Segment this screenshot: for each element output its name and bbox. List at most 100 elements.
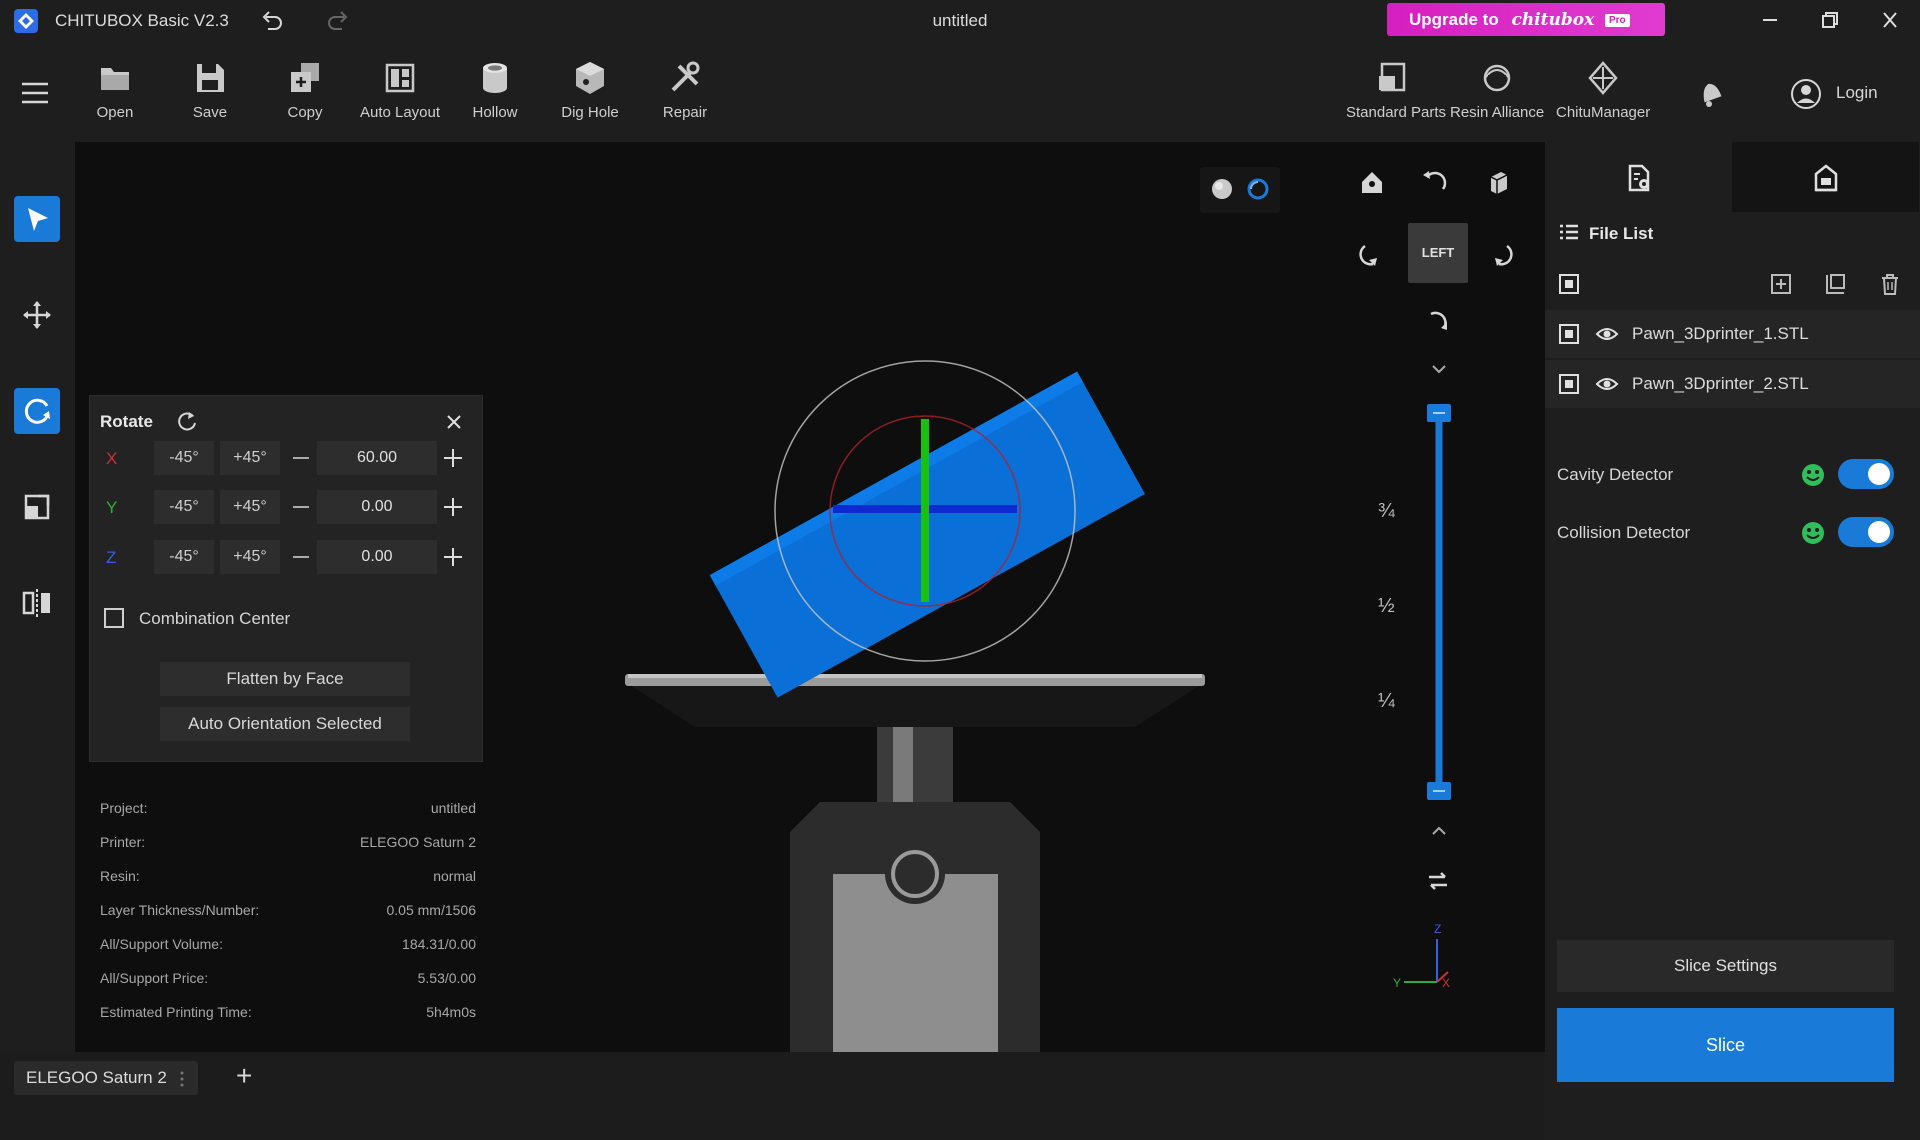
dig-hole-button[interactable]: Dig Hole xyxy=(544,58,636,121)
chitumanager-button[interactable]: ChituManager xyxy=(1556,58,1650,121)
plus-45-button[interactable]: +45° xyxy=(220,490,280,524)
mirror-tool-button[interactable] xyxy=(14,580,60,626)
rotate-view-cw-icon[interactable] xyxy=(1487,238,1517,268)
notification-bell-icon[interactable] xyxy=(1694,78,1726,110)
rotate-view-left-icon[interactable] xyxy=(1419,167,1449,197)
increment-icon[interactable] xyxy=(440,441,466,475)
swap-slider-icon[interactable] xyxy=(1423,865,1453,895)
open-button[interactable]: Open xyxy=(69,58,161,121)
rotation-value-input[interactable]: 60.00 xyxy=(317,441,437,475)
auto-layout-button[interactable]: Auto Layout xyxy=(354,58,446,121)
reset-rotation-icon[interactable] xyxy=(174,408,200,434)
rotate-view-down-icon[interactable] xyxy=(1423,304,1453,334)
increment-icon[interactable] xyxy=(440,490,466,524)
info-key: Layer Thickness/Number: xyxy=(100,902,260,918)
home-view-icon[interactable] xyxy=(1357,167,1387,197)
info-value: ELEGOO Saturn 2 xyxy=(360,834,476,850)
copy-button[interactable]: Copy xyxy=(259,58,351,121)
hamburger-menu-icon[interactable] xyxy=(20,80,50,106)
file-list-item[interactable]: Pawn_3Dprinter_2.STL xyxy=(1545,360,1920,408)
select-arrow-icon xyxy=(28,208,48,231)
copy-icon xyxy=(291,63,319,92)
axis-label: Y xyxy=(106,498,118,517)
view-cube-left[interactable]: LEFT xyxy=(1408,223,1468,283)
standard-parts-button[interactable]: Standard Parts xyxy=(1346,58,1446,121)
auto-orientation-selected-button[interactable]: Auto Orientation Selected xyxy=(160,707,410,741)
xray-render-icon[interactable] xyxy=(1244,175,1272,203)
slider-fraction-quarter: ¼ xyxy=(1378,690,1395,712)
build-plate-highlight xyxy=(628,674,1202,678)
minus-45-button[interactable]: -45° xyxy=(154,441,214,475)
rotate-panel: Rotate X -45° +45° 60.00 Y -45° +45° 0.0… xyxy=(89,395,483,762)
select-tool-button[interactable] xyxy=(14,196,60,242)
login-button[interactable]: Login xyxy=(1790,76,1910,112)
axis-label: X xyxy=(106,449,118,468)
move-tool-button[interactable] xyxy=(14,292,60,338)
detector-toggle[interactable] xyxy=(1838,459,1894,489)
auto-layout-label: Auto Layout xyxy=(359,104,441,121)
build-plate-base xyxy=(625,682,1205,727)
minus-45-button[interactable]: -45° xyxy=(154,540,214,574)
hollow-label: Hollow xyxy=(472,104,518,121)
rotate-view-ccw-icon[interactable] xyxy=(1355,238,1385,268)
more-options-icon[interactable] xyxy=(178,1071,186,1087)
info-value: untitled xyxy=(430,800,476,816)
minus-45-button[interactable]: -45° xyxy=(154,490,214,524)
slice-button[interactable]: Slice xyxy=(1557,1008,1894,1082)
copy-label: Copy xyxy=(287,104,323,121)
upgrade-brand: chitubox xyxy=(1511,10,1595,30)
minimize-icon xyxy=(1763,19,1777,21)
restore-icon xyxy=(1822,12,1838,28)
info-row: Project: untitled xyxy=(100,800,476,820)
file-list-item[interactable]: Pawn_3Dprinter_1.STL xyxy=(1545,310,1920,358)
upgrade-prefix: Upgrade to xyxy=(1409,10,1499,29)
tab-printer-settings[interactable] xyxy=(1732,142,1919,212)
slider-up-chevron-icon[interactable] xyxy=(1432,826,1446,835)
select-all-checkbox-icon[interactable] xyxy=(1558,273,1580,295)
increment-icon[interactable] xyxy=(440,540,466,574)
file-checkbox-icon[interactable] xyxy=(1558,323,1580,345)
delete-file-icon[interactable] xyxy=(1877,271,1903,297)
decrement-icon[interactable] xyxy=(288,441,314,475)
save-button[interactable]: Save xyxy=(164,58,256,121)
add-printer-button[interactable]: + xyxy=(236,1060,252,1092)
hollow-button[interactable]: Hollow xyxy=(449,58,541,121)
slider-down-chevron-icon[interactable] xyxy=(1432,365,1446,374)
left-tool-rail xyxy=(0,142,75,1052)
slice-settings-button[interactable]: Slice Settings xyxy=(1557,940,1894,992)
resin-alliance-button[interactable]: Resin Alliance xyxy=(1450,58,1544,121)
upgrade-button[interactable]: Upgrade to chitubox Pro xyxy=(1387,3,1665,36)
add-file-icon[interactable] xyxy=(1768,271,1794,297)
plus-45-button[interactable]: +45° xyxy=(220,540,280,574)
minimize-button[interactable] xyxy=(1750,4,1790,36)
close-panel-icon[interactable] xyxy=(442,410,466,434)
axis-z-label: Z xyxy=(1434,922,1441,936)
info-key: All/Support Price: xyxy=(100,970,209,986)
file-name: Pawn_3Dprinter_1.STL xyxy=(1632,324,1809,343)
visibility-eye-icon[interactable] xyxy=(1595,373,1619,395)
repair-button[interactable]: Repair xyxy=(639,58,731,121)
perspective-cube-icon[interactable] xyxy=(1483,167,1513,197)
info-value: normal xyxy=(433,868,476,884)
layout-file-icon[interactable] xyxy=(1822,271,1848,297)
flatten-by-face-button[interactable]: Flatten by Face xyxy=(160,662,410,696)
tab-file-settings[interactable] xyxy=(1545,142,1732,212)
combination-center-checkbox[interactable] xyxy=(104,608,124,628)
rotation-value-input[interactable]: 0.00 xyxy=(317,540,437,574)
restore-button[interactable] xyxy=(1810,4,1850,36)
decrement-icon[interactable] xyxy=(288,540,314,574)
printer-tab[interactable]: ELEGOO Saturn 2 xyxy=(14,1061,198,1095)
file-checkbox-icon[interactable] xyxy=(1558,373,1580,395)
info-key: Printer: xyxy=(100,834,146,850)
dig-hole-icon xyxy=(576,62,604,94)
rotate-tool-button[interactable] xyxy=(14,388,60,434)
rotate-panel-title: Rotate xyxy=(100,412,153,431)
scale-tool-button[interactable] xyxy=(14,484,60,530)
detector-toggle[interactable] xyxy=(1838,517,1894,547)
decrement-icon[interactable] xyxy=(288,490,314,524)
visibility-eye-icon[interactable] xyxy=(1595,323,1619,345)
close-window-button[interactable] xyxy=(1870,4,1910,36)
rotation-value-input[interactable]: 0.00 xyxy=(317,490,437,524)
plus-45-button[interactable]: +45° xyxy=(220,441,280,475)
solid-render-icon[interactable] xyxy=(1208,175,1236,203)
